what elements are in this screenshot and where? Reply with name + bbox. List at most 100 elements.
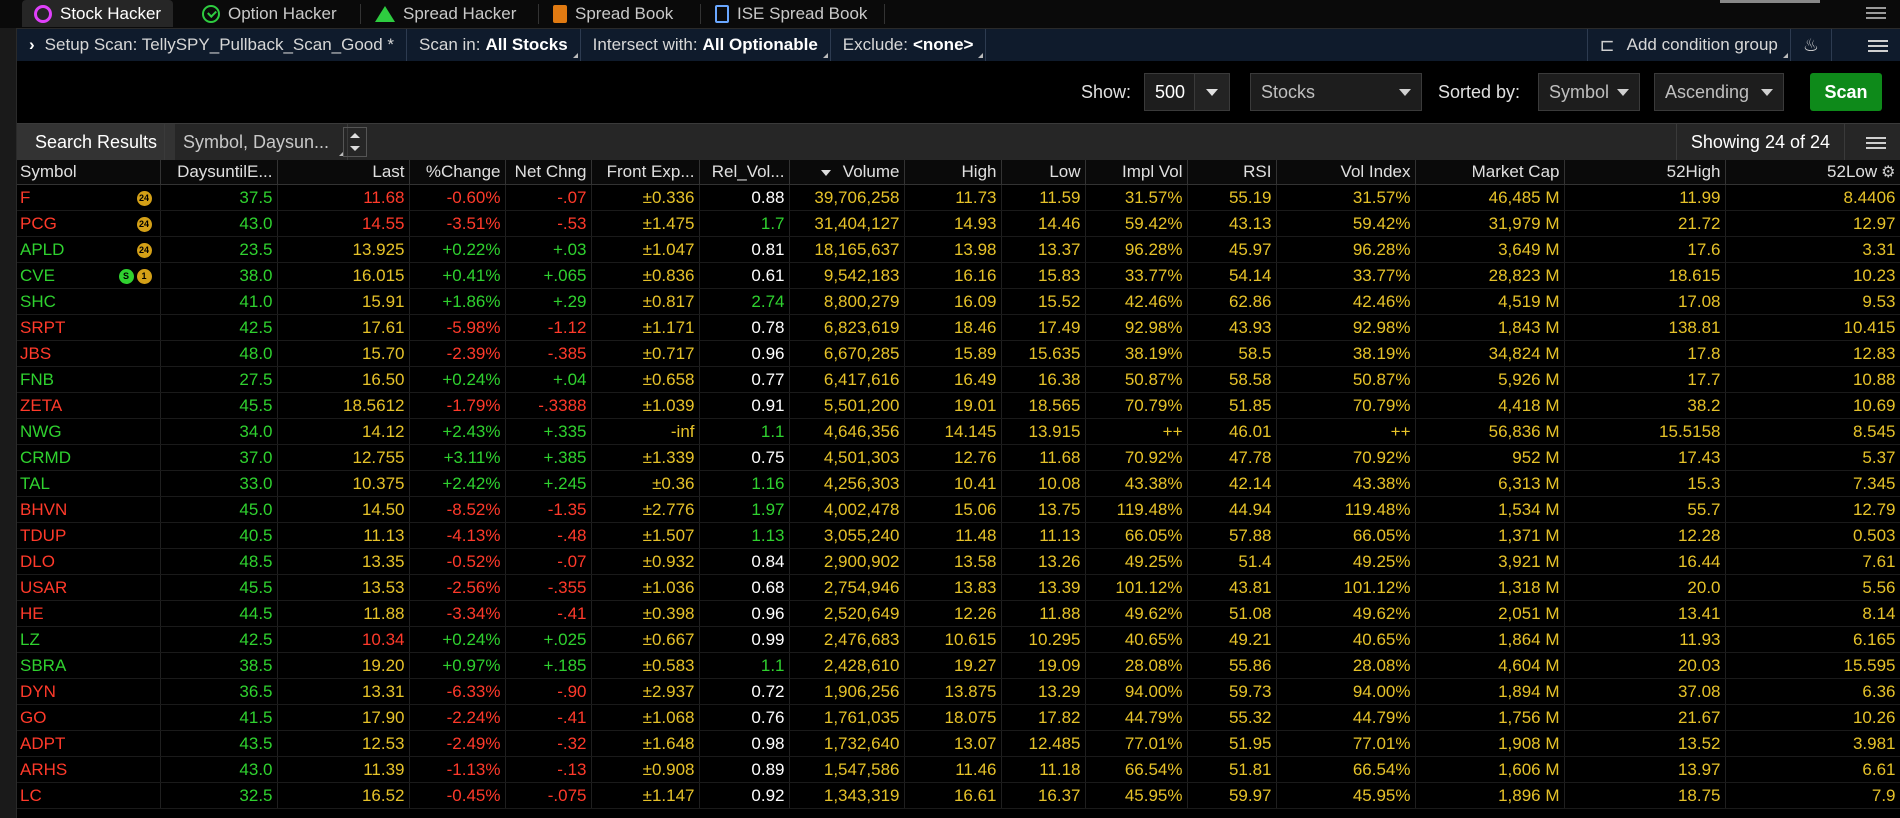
tab-stock-hacker[interactable]: Stock Hacker [22,0,174,27]
symbol-cell[interactable]: DYN [17,678,161,705]
symbol-cell[interactable]: HE [17,600,161,627]
table-row[interactable]: ZETA 45.5 18.5612 -1.79% -.3388 ±1.039 0.91 5,5… [17,392,1900,419]
volume-cell: 4,501,303 [789,444,905,471]
column-header-52high[interactable]: 52High [1564,160,1726,185]
symbol-cell[interactable]: BHVN [17,496,161,523]
column-header-pct-change[interactable]: %Change [409,160,506,185]
symbol-cell[interactable]: ADPT [17,730,161,757]
table-row[interactable]: USAR 45.5 13.53 -2.56% -.355 ±1.036 0.68 2,754,… [17,574,1900,601]
earnings-badge-icon[interactable]: 24 [136,242,152,258]
tab-ise-spread-book[interactable]: ISE Spread Book [703,0,879,27]
low-cell: 15.635 [1001,340,1086,367]
table-row[interactable]: SBRA 38.5 19.20 +0.97% +.185 ±0.583 1.1 2,428,6… [17,652,1900,679]
earnings-badge-icon[interactable]: 24 [136,190,152,206]
symbol-cell[interactable]: LZ [17,626,161,653]
tab-spread-book[interactable]: Spread Book [541,0,685,27]
symbol-cell[interactable]: TAL [17,470,161,497]
symbol-cell[interactable]: ARHS [17,756,161,783]
earnings-badge-icon[interactable]: 1 [136,268,152,284]
tab-option-hacker[interactable]: Option Hacker [190,0,349,27]
symbol-cell[interactable]: JBS [17,340,161,367]
arrow-down-icon[interactable] [350,146,360,151]
tab-spread-hacker[interactable]: Spread Hacker [363,0,528,27]
column-header-rsi[interactable]: RSI [1187,160,1277,185]
volume-cell: 39,706,258 [789,184,905,211]
earnings-badge-icon[interactable]: 24 [136,216,152,232]
table-row[interactable]: SHC 41.0 15.91 +1.86% +.29 ±0.817 2.74 8,800,27… [17,288,1900,315]
symbol-cell[interactable]: APLD 24 [17,236,161,263]
column-header-high[interactable]: High [904,160,1002,185]
setup-menu-button[interactable] [1831,29,1900,61]
symbol-cell[interactable]: SRPT [17,314,161,341]
menu-icon[interactable] [1866,134,1886,150]
setup-scan-button[interactable]: › Setup Scan: TellySPY_Pullback_Scan_Goo… [17,29,408,61]
table-row[interactable]: PCG 24 43.0 14.55 -3.51% -.53 ±1.475 1.7 31,404,… [17,210,1900,237]
column-header-vol-index[interactable]: Vol Index [1276,160,1416,185]
intersect-with-dropdown[interactable]: Intersect with: All Optionable [581,29,831,61]
symbol-cell[interactable]: DLO [17,548,161,575]
column-set-dropdown[interactable]: Symbol, Daysun... [164,124,349,160]
column-header-impl-vol[interactable]: Impl Vol [1085,160,1188,185]
table-row[interactable]: DYN 36.5 13.31 -6.33% -.90 ±2.937 0.72 1,906,25… [17,678,1900,705]
exclude-dropdown[interactable]: Exclude: <none> [831,29,987,61]
column-header-last[interactable]: Last [277,160,410,185]
add-condition-group-button[interactable]: ⊏ Add condition group [1586,29,1790,61]
scan-in-dropdown[interactable]: Scan in: All Stocks [407,29,581,61]
arrow-up-icon[interactable] [350,133,360,138]
table-row[interactable]: DLO 48.5 13.35 -0.52% -.07 ±0.932 0.84 2,900,90… [17,548,1900,575]
left-collapse-strip[interactable] [0,28,17,818]
table-row[interactable]: ADPT 43.5 12.53 -2.49% -.32 ±1.648 0.98 1,732,6… [17,730,1900,757]
symbol-cell[interactable]: CVE S 1 [17,262,161,289]
column-set-stepper[interactable] [343,127,367,157]
table-row[interactable]: TDUP 40.5 11.13 -4.13% -.48 ±1.507 1.13 3,055,2… [17,522,1900,549]
scan-button[interactable]: Scan [1810,73,1882,111]
table-row[interactable]: ARHS 43.0 11.39 -1.13% -.13 ±0.908 0.89 1,547,5… [17,756,1900,783]
table-row[interactable]: CRMD 37.0 12.755 +3.11% +.385 ±1.339 0.75 4,501… [17,444,1900,471]
table-row[interactable]: GO 41.5 17.90 -2.24% -.41 ±1.068 0.76 1,761,035… [17,704,1900,731]
column-header-front-exp[interactable]: Front Exp... [591,160,700,185]
column-header-net-change[interactable]: Net Chng [505,160,592,185]
table-row[interactable]: TAL 33.0 10.375 +2.42% +.245 ±0.36 1.16 4,256,3… [17,470,1900,497]
table-row[interactable]: SRPT 42.5 17.61 -5.98% -1.12 ±1.171 0.78 6,823,… [17,314,1900,341]
table-row[interactable]: BHVN 45.0 14.50 -8.52% -1.35 ±2.776 1.97 4,002,… [17,496,1900,523]
table-row[interactable]: APLD 24 23.5 13.925 +0.22% +.03 ±1.047 0.81 18,1… [17,236,1900,263]
search-results-tab[interactable]: Search Results [17,124,176,160]
symbol-cell[interactable]: NWG [17,418,161,445]
table-row[interactable]: LZ 42.5 10.34 +0.24% +.025 ±0.667 0.99 2,476,68… [17,626,1900,653]
table-row[interactable]: JBS 48.0 15.70 -2.39% -.385 ±0.717 0.96 6,670,2… [17,340,1900,367]
symbol-cell[interactable]: SHC [17,288,161,315]
sort-order-select[interactable]: Ascending [1654,73,1784,111]
table-row[interactable]: LC 32.5 16.52 -0.45% -.075 ±1.147 0.92 1,343,31… [17,782,1900,809]
dividend-icon[interactable]: S [118,268,134,284]
front-exp-cell: ±0.817 [591,288,700,315]
symbol-cell[interactable]: GO [17,704,161,731]
gear-icon[interactable]: ⚙ [1881,164,1895,181]
column-header-market-cap[interactable]: Market Cap [1415,160,1565,185]
show-count-select[interactable]: 500 [1144,73,1230,111]
table-row[interactable]: HE 44.5 11.88 -3.34% -.41 ±0.398 0.96 2,520,649… [17,600,1900,627]
column-header-days-until-earnings[interactable]: DaysuntilE... [160,160,278,185]
symbol-cell[interactable]: USAR [17,574,161,601]
symbol-cell[interactable]: FNB [17,366,161,393]
security-type-select[interactable]: Stocks [1250,73,1422,111]
symbol-cell[interactable]: CRMD [17,444,161,471]
table-row[interactable]: CVE S 1 38.0 16.015 +0.41% +.065 ±0.836 0.61 9,54… [17,262,1900,289]
column-header-52low[interactable]: 52Low ⚙ [1725,160,1900,185]
menu-icon[interactable] [1866,4,1886,20]
symbol-cell[interactable]: ZETA [17,392,161,419]
column-header-rel-vol[interactable]: Rel_Vol... [699,160,790,185]
symbol-cell[interactable]: SBRA [17,652,161,679]
symbol-cell[interactable]: F 24 [17,184,161,211]
table-row[interactable]: NWG 34.0 14.12 +2.43% +.335 -inf 1.1 4,646,356 1… [17,418,1900,445]
chevron-down-icon[interactable] [1194,74,1229,110]
symbol-cell[interactable]: PCG 24 [17,210,161,237]
symbol-cell[interactable]: TDUP [17,522,161,549]
sort-field-select[interactable]: Symbol [1538,73,1640,111]
symbol-cell[interactable]: LC [17,782,161,809]
table-row[interactable]: FNB 27.5 16.50 +0.24% +.04 ±0.658 0.77 6,417,61… [17,366,1900,393]
column-header-volume[interactable]: Volume [789,160,905,185]
table-row[interactable]: F 24 37.5 11.68 -0.60% -.07 ±0.336 0.88 39,706,2… [17,184,1900,211]
column-header-low[interactable]: Low [1001,160,1086,185]
hot-list-button[interactable]: ♨ [1789,29,1831,61]
column-header-symbol[interactable]: Symbol [17,160,161,185]
